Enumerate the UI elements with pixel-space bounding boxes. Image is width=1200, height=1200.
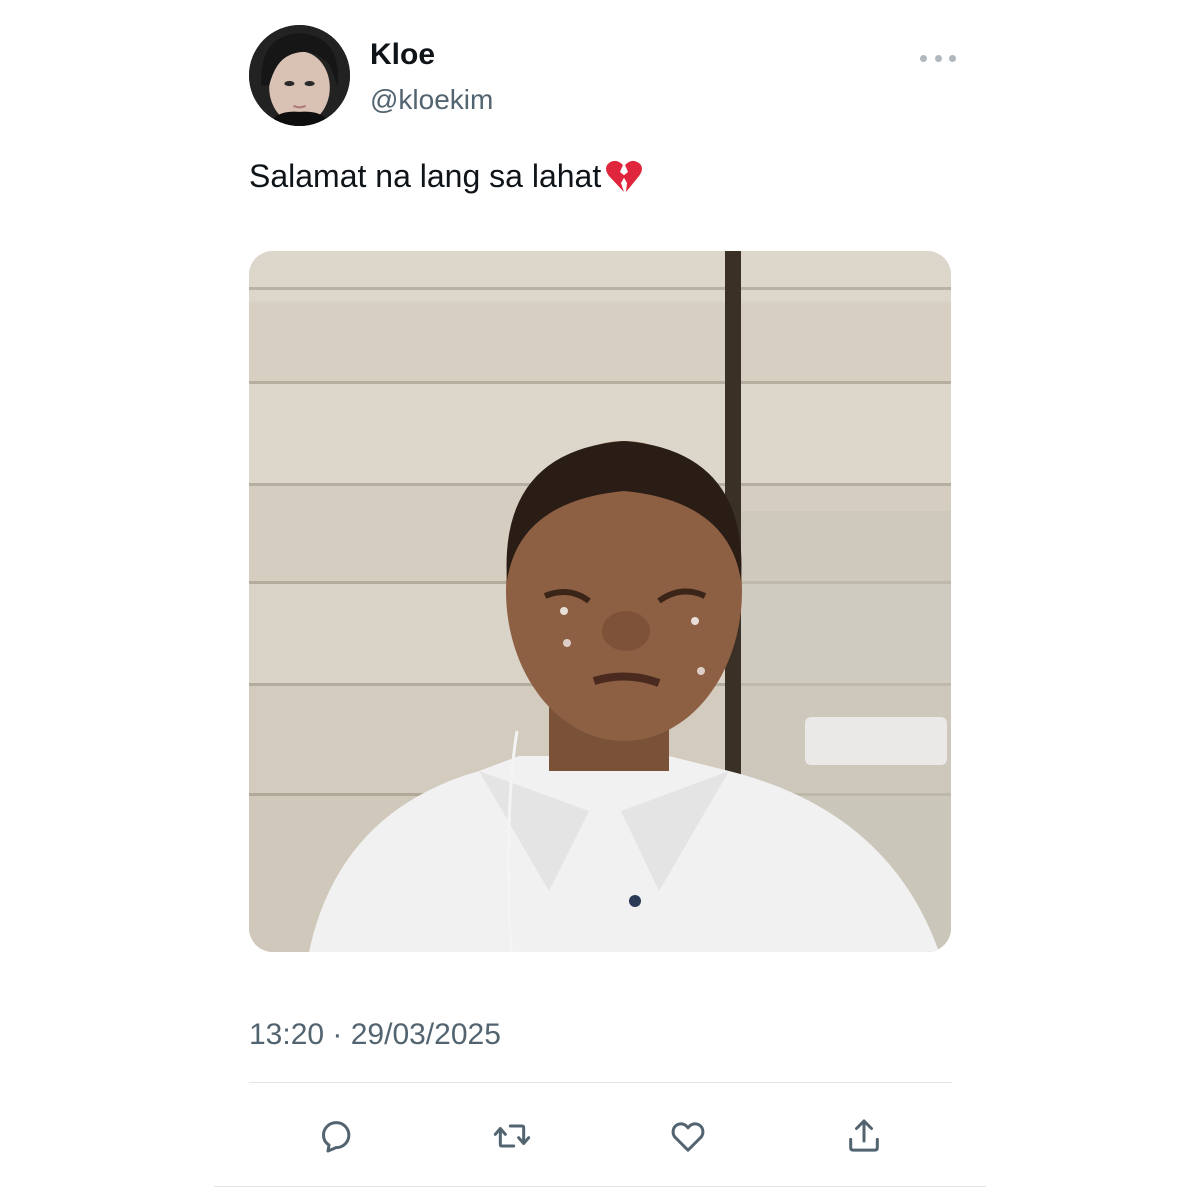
- display-name[interactable]: Kloe: [370, 38, 435, 72]
- share-icon: [849, 1119, 879, 1152]
- reply-icon: [322, 1121, 351, 1153]
- share-button[interactable]: [842, 1114, 886, 1158]
- photo-crying-man: [249, 251, 951, 952]
- tweet-image[interactable]: [249, 251, 951, 952]
- tweet-text-content: Salamat na lang sa lahat: [249, 158, 602, 194]
- more-dot-icon: [949, 54, 956, 62]
- reply-button[interactable]: [314, 1114, 358, 1158]
- tweet-timestamp[interactable]: 13:20 · 29/03/2025: [249, 1018, 501, 1052]
- more-options-button[interactable]: [920, 48, 956, 68]
- like-button[interactable]: [666, 1114, 710, 1158]
- divider: [214, 1186, 986, 1187]
- retweet-icon: [493, 1124, 531, 1148]
- more-dot-icon: [934, 54, 942, 62]
- divider: [249, 1082, 952, 1083]
- tweet-card: Kloe @kloekim Salamat na lang sa lahat 1…: [0, 0, 1200, 1200]
- avatar[interactable]: [249, 25, 350, 126]
- tweet-text: Salamat na lang sa lahat: [249, 158, 643, 201]
- heart-icon: [671, 1122, 705, 1152]
- broken-heart-icon: [605, 159, 643, 201]
- avatar-image: [249, 25, 350, 126]
- retweet-button[interactable]: [490, 1114, 534, 1158]
- user-handle[interactable]: @kloekim: [370, 84, 493, 116]
- more-dot-icon: [920, 54, 927, 62]
